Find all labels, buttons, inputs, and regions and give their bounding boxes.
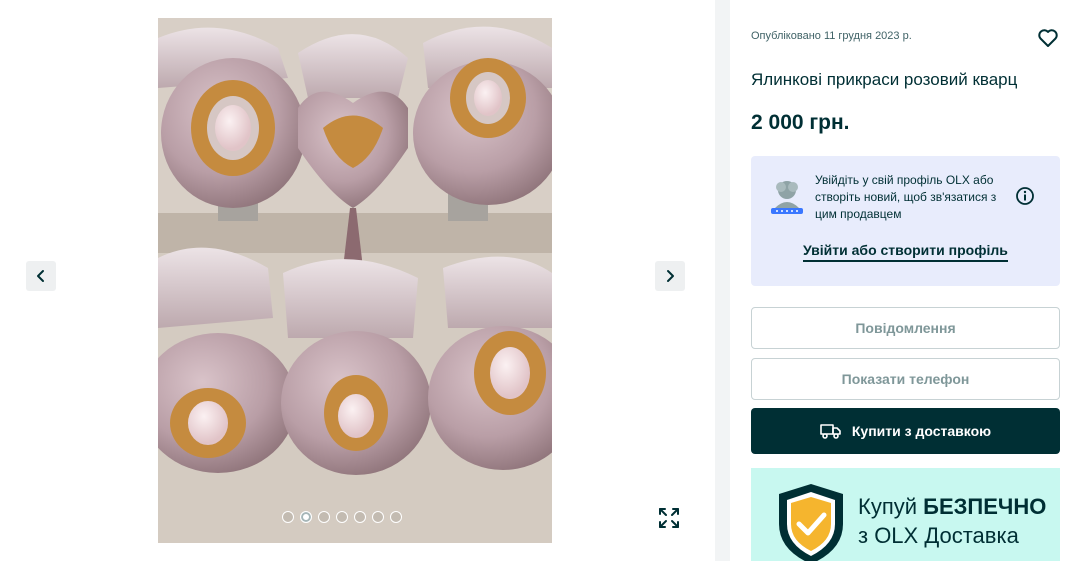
promo-headline-prefix: Купуй [858,494,918,519]
favorite-button[interactable] [1036,26,1060,50]
chevron-right-icon [667,270,674,282]
user-profile-icon [771,181,803,214]
listing-photo[interactable] [158,18,552,543]
gallery-dot[interactable] [390,511,402,523]
gallery-dot[interactable] [282,511,294,523]
promo-headline: Купуй БЕЗПЕЧНО [858,494,1046,520]
column-divider [715,0,730,561]
message-button[interactable]: Повідомлення [751,307,1060,349]
gallery-dot[interactable] [336,511,348,523]
previous-photo-button[interactable] [26,261,56,291]
gallery-dot[interactable] [318,511,330,523]
listing-title: Ялинкові прикраси розовий кварц [751,70,1018,89]
gallery [0,0,715,561]
published-date: Опубліковано 11 грудня 2023 р. [751,30,912,42]
delivery-truck-icon [820,424,841,439]
gallery-dot-active[interactable] [300,511,312,523]
buy-with-delivery-button[interactable]: Купити з доставкою [751,408,1060,454]
gallery-dot[interactable] [354,511,366,523]
chevron-left-icon [37,270,44,282]
listing-sidebar: Опубліковано 11 грудня 2023 р. Ялинкові … [730,0,1065,561]
next-photo-button[interactable] [655,261,685,291]
gallery-pagination [282,511,402,523]
heart-icon [1038,29,1058,47]
buy-with-delivery-label: Купити з доставкою [851,423,992,439]
promo-subline: з OLX Доставка [858,523,1019,548]
info-icon[interactable] [1015,186,1035,206]
shield-check-icon [779,484,843,561]
promo-headline-bold: БЕЗПЕЧНО [923,494,1047,519]
safe-delivery-banner[interactable]: Купуй БЕЗПЕЧНО з OLX Доставка [751,468,1060,561]
login-prompt-box: Увійдіть у свій профіль OLX або створіть… [751,156,1060,286]
expand-icon [659,508,679,528]
listing-price: 2 000 грн. [751,111,850,134]
login-prompt-text: Увійдіть у свій профіль OLX або створіть… [815,173,997,221]
fullscreen-button[interactable] [655,504,683,532]
login-or-register-link[interactable]: Увійти або створити профіль [803,242,1008,262]
show-phone-button[interactable]: Показати телефон [751,358,1060,400]
gallery-dot[interactable] [372,511,384,523]
